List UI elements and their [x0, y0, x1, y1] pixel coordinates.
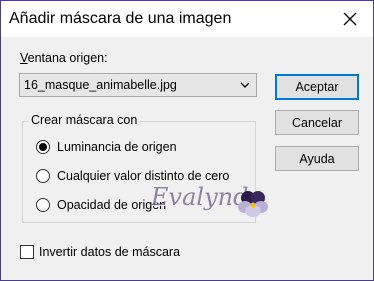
- radio-label: Cualquier valor distinto de cero: [57, 169, 230, 183]
- radio-button[interactable]: [36, 140, 50, 154]
- close-icon: [343, 12, 357, 26]
- title-bar[interactable]: Añadir máscara de una imagen: [1, 1, 373, 37]
- source-window-select[interactable]: 16_masque_animabelle.jpg: [19, 73, 257, 97]
- dialog-window: Añadir máscara de una imagen Ventana ori…: [0, 0, 374, 281]
- accept-button[interactable]: Aceptar: [275, 74, 359, 100]
- invert-mask-option[interactable]: Invertir datos de máscara: [20, 245, 180, 259]
- radio-button[interactable]: [36, 169, 50, 183]
- help-button[interactable]: Ayuda: [275, 146, 359, 171]
- invert-mask-checkbox[interactable]: [20, 245, 34, 259]
- radio-button[interactable]: [36, 198, 50, 212]
- mask-source-group-label: Crear máscara con: [28, 113, 141, 127]
- source-window-label: Ventana origen:: [20, 51, 108, 65]
- close-button[interactable]: [327, 1, 373, 37]
- pansy-flower-icon: [238, 191, 268, 217]
- radio-luminance[interactable]: Luminancia de origen: [36, 140, 177, 154]
- invert-mask-label: Invertir datos de máscara: [39, 245, 181, 259]
- source-window-value: 16_masque_animabelle.jpg: [24, 78, 177, 92]
- cancel-button[interactable]: Cancelar: [275, 110, 359, 135]
- radio-label: Luminancia de origen: [57, 140, 177, 154]
- radio-nonzero[interactable]: Cualquier valor distinto de cero: [36, 169, 229, 183]
- radio-label: Opacidad de origen: [57, 198, 167, 212]
- radio-opacity[interactable]: Opacidad de origen: [36, 198, 166, 212]
- chevron-down-icon: [240, 82, 250, 88]
- radio-selected-dot: [39, 143, 47, 151]
- dialog-title: Añadir máscara de una imagen: [9, 10, 232, 27]
- source-window-label-text: entana origen:: [27, 51, 108, 65]
